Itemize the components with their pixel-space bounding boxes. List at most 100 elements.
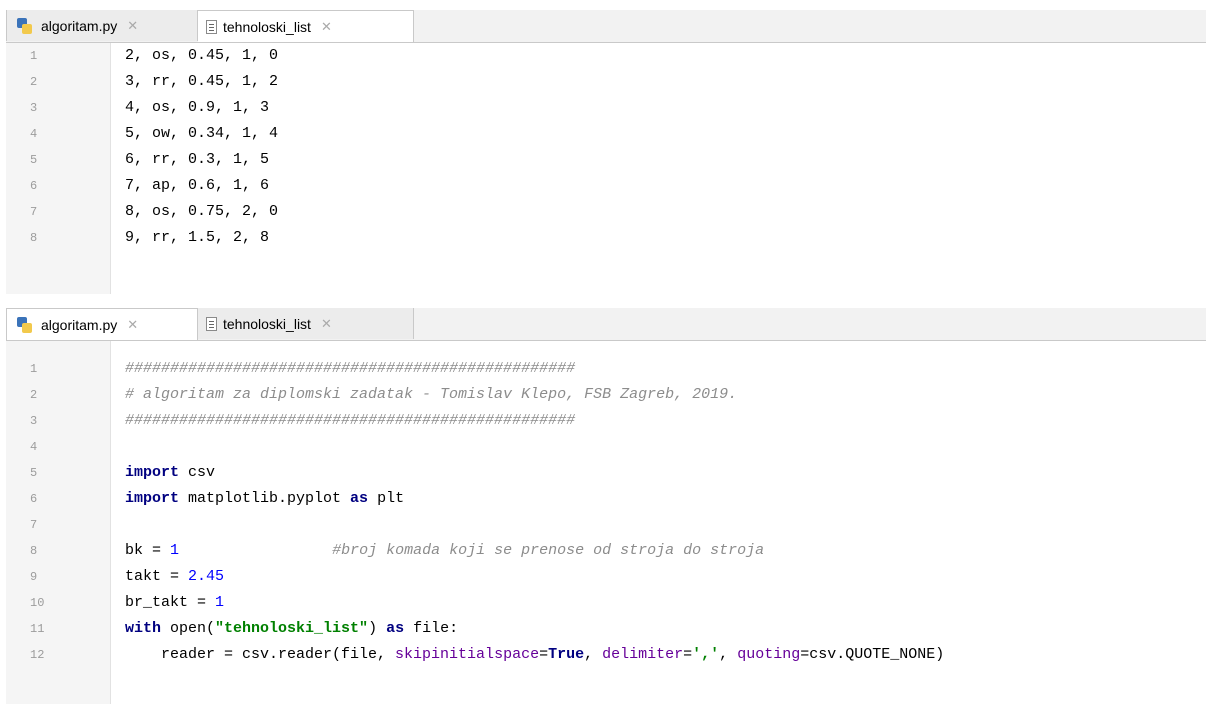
code-token: 2.45: [188, 568, 225, 585]
code-token: =: [539, 646, 549, 663]
line-code: import matplotlib.pyplot as plt: [125, 486, 404, 512]
code-token: as: [386, 620, 405, 637]
code-line[interactable]: 7 8, os, 0.75, 2, 0: [6, 199, 1206, 225]
line-code: br_takt = 1: [125, 590, 224, 616]
code-token: 1: [170, 542, 180, 559]
tab-algoritam-py[interactable]: algoritam.py ✕: [6, 10, 198, 41]
line-code: 7, ap, 0.6, 1, 6: [125, 177, 270, 194]
code-line[interactable]: 3 4, os, 0.9, 1, 3: [6, 95, 1206, 121]
line-number: 7: [30, 518, 38, 532]
code-token: br_takt =: [125, 594, 216, 611]
close-icon[interactable]: ✕: [321, 316, 332, 332]
line-code: 9, rr, 1.5, 2, 8: [125, 229, 270, 246]
line-code: takt = 2.45: [125, 564, 224, 590]
code-line[interactable]: 11 with open("tehnoloski_list") as file:: [6, 616, 1206, 642]
python-file-pane: algoritam.py ✕ tehnoloski_list ✕ 1 ######…: [0, 302, 1206, 704]
code-line[interactable]: 4: [6, 434, 1206, 460]
line-code: bk = 1 #broj komada koji se prenose od s…: [125, 538, 764, 564]
line-number: 4: [30, 127, 38, 141]
code-line[interactable]: 8 9, rr, 1.5, 2, 8: [6, 225, 1206, 251]
code-token: delimiter: [602, 646, 684, 663]
line-number: 5: [30, 153, 38, 167]
line-number: 2: [30, 75, 38, 89]
code-token: as: [350, 490, 369, 507]
editor-tab-bar: algoritam.py ✕ tehnoloski_list ✕: [6, 10, 1206, 43]
code-token: reader = csv.reader(file,: [125, 646, 396, 663]
tab-algoritam-py[interactable]: algoritam.py ✕: [6, 308, 198, 340]
code-line[interactable]: 2 3, rr, 0.45, 1, 2: [6, 69, 1206, 95]
line-number: 1: [30, 49, 38, 63]
code-line[interactable]: 1 #######################################…: [6, 356, 1206, 382]
code-token: csv: [179, 464, 216, 481]
code-token: ',': [692, 646, 720, 663]
text-file-pane: algoritam.py ✕ tehnoloski_list ✕ 1 2, os,…: [0, 0, 1206, 294]
line-number: 9: [30, 570, 38, 584]
python-file-icon: [15, 316, 35, 333]
tab-tehnoloski-list[interactable]: tehnoloski_list ✕: [198, 308, 414, 339]
code-line[interactable]: 6 import matplotlib.pyplot as plt: [6, 486, 1206, 512]
line-number: 4: [30, 440, 38, 454]
line-number: 6: [30, 179, 38, 193]
code-token: =csv.QUOTE_NONE): [800, 646, 945, 663]
code-token: True: [548, 646, 585, 663]
code-token: open(: [161, 620, 216, 637]
tab-label: tehnoloski_list: [223, 315, 311, 332]
text-file-icon: [206, 19, 217, 34]
line-code: 5, ow, 0.34, 1, 4: [125, 125, 279, 142]
code-line[interactable]: 10 br_takt = 1: [6, 590, 1206, 616]
code-token: 1: [215, 594, 225, 611]
line-number: 2: [30, 388, 38, 402]
code-editor[interactable]: 1 #######################################…: [6, 341, 1206, 704]
line-number: 10: [30, 596, 45, 610]
code-line[interactable]: 1 2, os, 0.45, 1, 0: [6, 43, 1206, 69]
text-editor[interactable]: 1 2, os, 0.45, 1, 0 2 3, rr, 0.45, 1, 2 3 4, …: [6, 43, 1206, 294]
line-number: 3: [30, 414, 38, 428]
line-number: 6: [30, 492, 38, 506]
line-number: 12: [30, 648, 45, 662]
line-number: 8: [30, 231, 38, 245]
code-token: bk =: [125, 542, 171, 559]
code-line[interactable]: 4 5, ow, 0.34, 1, 4: [6, 121, 1206, 147]
close-icon[interactable]: ✕: [127, 18, 138, 34]
code-line[interactable]: 3 #######################################…: [6, 408, 1206, 434]
line-code: # algoritam za diplomski zadatak - Tomis…: [125, 382, 737, 408]
line-number: 7: [30, 205, 38, 219]
line-number: 5: [30, 466, 38, 480]
code-line[interactable]: 9 takt = 2.45: [6, 564, 1206, 590]
line-code: ########################################…: [125, 408, 575, 434]
code-line[interactable]: 6 7, ap, 0.6, 1, 6: [6, 173, 1206, 199]
code-line[interactable]: 12 reader = csv.reader(file, skipinitial…: [6, 642, 1206, 668]
line-code: 2, os, 0.45, 1, 0: [125, 47, 279, 64]
line-code: ########################################…: [125, 356, 575, 382]
code-token: plt: [368, 490, 405, 507]
code-line[interactable]: 8 bk = 1 #broj komada koji se prenose od …: [6, 538, 1206, 564]
editor-tab-bar: algoritam.py ✕ tehnoloski_list ✕: [6, 308, 1206, 341]
code-line[interactable]: 5 import csv: [6, 460, 1206, 486]
line-number: 11: [30, 622, 45, 636]
code-token: matplotlib.pyplot: [179, 490, 351, 507]
line-code: reader = csv.reader(file, skipinitialspa…: [125, 642, 944, 668]
code-token: quoting: [737, 646, 801, 663]
code-token: file:: [404, 620, 459, 637]
code-line[interactable]: 5 6, rr, 0.3, 1, 5: [6, 147, 1206, 173]
tab-label: algoritam.py: [41, 17, 118, 34]
code-token: with: [125, 620, 162, 637]
code-token: takt =: [125, 568, 189, 585]
code-token: ): [368, 620, 387, 637]
tab-tehnoloski-list[interactable]: tehnoloski_list ✕: [198, 10, 414, 42]
close-icon[interactable]: ✕: [127, 317, 138, 333]
line-code: 3, rr, 0.45, 1, 2: [125, 73, 279, 90]
code-token: ########################################…: [125, 360, 576, 377]
code-token: #broj komada koji se prenose od stroja d…: [332, 542, 765, 559]
code-token: ,: [719, 646, 738, 663]
line-code: 6, rr, 0.3, 1, 5: [125, 151, 270, 168]
code-token: # algoritam za diplomski zadatak - Tomis…: [125, 386, 738, 403]
code-line[interactable]: 7: [6, 512, 1206, 538]
line-number: 8: [30, 544, 38, 558]
line-number: 1: [30, 362, 38, 376]
line-code: import csv: [125, 460, 215, 486]
code-line[interactable]: 2 # algoritam za diplomski zadatak - Tomi…: [6, 382, 1206, 408]
close-icon[interactable]: ✕: [321, 19, 332, 35]
code-token: "tehnoloski_list": [215, 620, 369, 637]
